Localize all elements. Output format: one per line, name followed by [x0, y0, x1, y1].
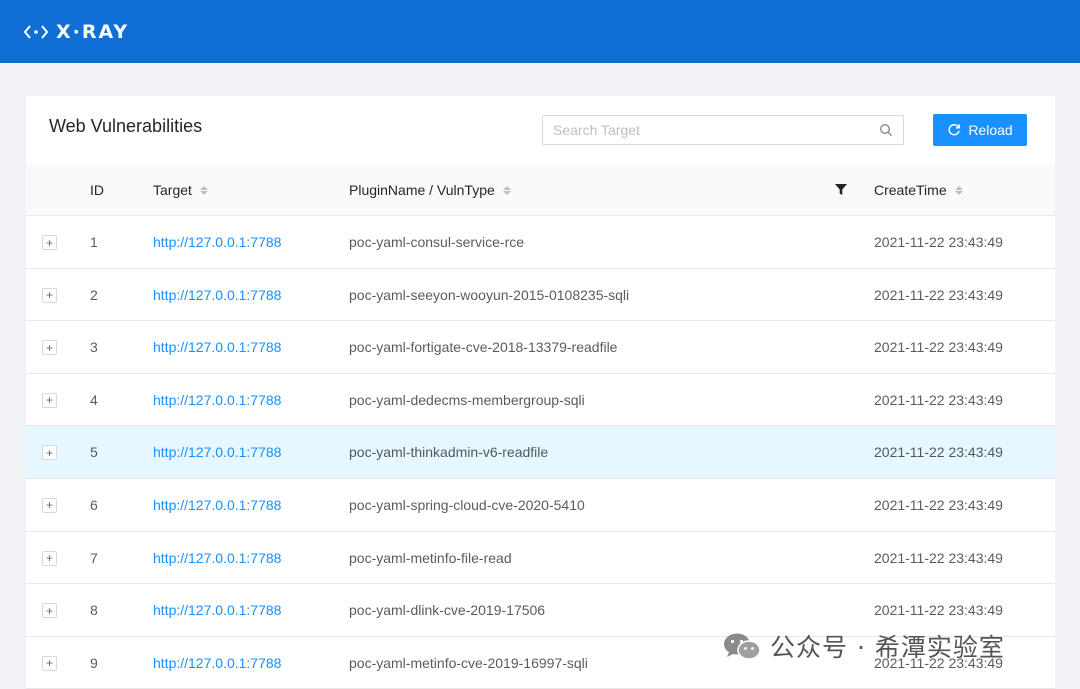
expand-row-button[interactable]: +	[42, 655, 57, 671]
cell-plugin: poc-yaml-fortigate-cve-2018-13379-readfi…	[349, 339, 618, 356]
cell-plugin: poc-yaml-consul-service-rce	[349, 234, 525, 250]
table-body: + 1 http://127.0.0.1:7788 poc-yaml-consu…	[26, 216, 1055, 689]
cell-plugin: poc-yaml-thinkadmin-v6-readfile	[349, 444, 549, 461]
cell-id: 9	[90, 654, 98, 671]
search-box[interactable]	[542, 115, 904, 145]
app-name: X·RAY	[56, 20, 130, 43]
cell-id: 2	[90, 286, 98, 303]
reload-icon	[948, 123, 961, 136]
sort-icon[interactable]	[502, 185, 511, 195]
sort-icon[interactable]	[199, 185, 208, 195]
cell-id: 4	[90, 391, 98, 408]
table-row[interactable]: + 7 http://127.0.0.1:7788 poc-yaml-metin…	[26, 531, 1055, 585]
cell-createtime: 2021-11-22 23:43:49	[874, 234, 1003, 250]
table-row-highlighted[interactable]: + 5 http://127.0.0.1:7788 poc-yaml-think…	[26, 426, 1055, 479]
cell-id: 1	[90, 234, 98, 250]
reload-button[interactable]: Reload	[933, 114, 1027, 146]
wechat-icon	[724, 633, 761, 660]
expand-row-button[interactable]: +	[42, 445, 57, 461]
expand-row-button[interactable]: +	[42, 340, 57, 356]
cell-id: 8	[90, 602, 98, 619]
expand-row-button[interactable]: +	[42, 497, 57, 513]
table-row[interactable]: + 6 http://127.0.0.1:7788 poc-yaml-sprin…	[26, 478, 1055, 532]
cell-plugin: poc-yaml-dedecms-membergroup-sqli	[349, 391, 585, 408]
diamond-dots-icon	[24, 24, 48, 39]
cell-createtime: 2021-11-22 23:43:49	[874, 286, 1003, 303]
table-row[interactable]: + 4 http://127.0.0.1:7788 poc-yaml-dedec…	[26, 373, 1055, 427]
search-icon[interactable]	[879, 123, 893, 137]
cell-target-link[interactable]: http://127.0.0.1:7788	[153, 374, 281, 426]
cell-id: 3	[90, 339, 98, 356]
cell-createtime: 2021-11-22 23:43:49	[874, 391, 1003, 408]
expand-row-button[interactable]: +	[42, 603, 57, 619]
table-row[interactable]: + 1 http://127.0.0.1:7788 poc-yaml-consu…	[26, 216, 1055, 269]
search-input[interactable]	[553, 122, 879, 138]
watermark-text: 公众号 · 希潭实验室	[770, 633, 1005, 662]
cell-createtime: 2021-11-22 23:43:49	[874, 339, 1003, 356]
wechat-watermark: 公众号 · 希潭实验室	[722, 628, 1005, 664]
reload-label: Reload	[968, 122, 1013, 138]
cell-id: 6	[90, 496, 98, 513]
expand-row-button[interactable]: +	[42, 550, 57, 566]
filter-icon[interactable]	[834, 183, 848, 196]
cell-plugin: poc-yaml-dlink-cve-2019-17506	[349, 602, 546, 619]
expand-row-button[interactable]: +	[42, 235, 57, 250]
table-row[interactable]: + 2 http://127.0.0.1:7788 poc-yaml-seeyo…	[26, 268, 1055, 322]
cell-createtime: 2021-11-22 23:43:49	[874, 549, 1003, 566]
cell-plugin: poc-yaml-metinfo-cve-2019-16997-sqli	[349, 654, 588, 671]
cell-createtime: 2021-11-22 23:43:49	[874, 496, 1003, 513]
column-header-label: Target	[153, 182, 192, 198]
column-header-id: ID	[90, 164, 104, 216]
cell-target-link[interactable]: http://127.0.0.1:7788	[153, 321, 281, 373]
column-header-createtime[interactable]: CreateTime	[874, 164, 963, 216]
column-header-target[interactable]: Target	[153, 164, 208, 216]
cell-target-link[interactable]: http://127.0.0.1:7788	[153, 637, 281, 689]
cell-id: 5	[90, 444, 98, 461]
cell-target-link[interactable]: http://127.0.0.1:7788	[153, 216, 281, 268]
page-title: Web Vulnerabilities	[49, 116, 203, 136]
cell-plugin: poc-yaml-metinfo-file-read	[349, 549, 512, 566]
cell-target-link[interactable]: http://127.0.0.1:7788	[153, 426, 281, 478]
cell-id: 7	[90, 549, 98, 566]
column-header-plugin[interactable]: PluginName / VulnType	[349, 164, 511, 216]
column-header-label: ID	[90, 182, 104, 198]
table-header: ID Target PluginName / VulnType CreateTi…	[26, 164, 1055, 216]
expand-row-button[interactable]: +	[42, 392, 57, 408]
sort-icon[interactable]	[954, 185, 963, 195]
cell-plugin: poc-yaml-seeyon-wooyun-2015-0108235-sqli	[349, 286, 630, 303]
cell-plugin: poc-yaml-spring-cloud-cve-2020-5410	[349, 496, 585, 513]
column-header-label: CreateTime	[874, 182, 947, 198]
app-logo[interactable]: X·RAY	[24, 21, 129, 43]
cell-target-link[interactable]: http://127.0.0.1:7788	[153, 584, 281, 636]
vulnerabilities-card: Web Vulnerabilities Reload ID Target Plu…	[26, 96, 1055, 689]
top-navbar: X·RAY	[0, 0, 1080, 63]
column-header-label: PluginName / VulnType	[349, 182, 495, 198]
table-row[interactable]: + 3 http://127.0.0.1:7788 poc-yaml-forti…	[26, 321, 1055, 374]
expand-row-button[interactable]: +	[42, 287, 57, 303]
cell-target-link[interactable]: http://127.0.0.1:7788	[153, 479, 281, 531]
cell-target-link[interactable]: http://127.0.0.1:7788	[153, 269, 281, 321]
cell-target-link[interactable]: http://127.0.0.1:7788	[153, 532, 281, 584]
cell-createtime: 2021-11-22 23:43:49	[874, 444, 1003, 461]
